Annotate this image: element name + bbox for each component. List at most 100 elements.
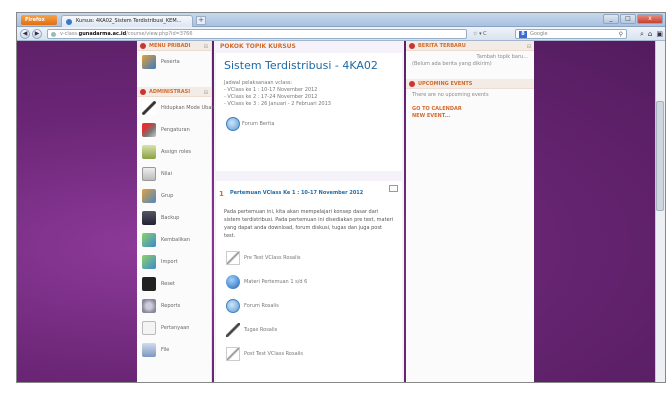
course-content: POKOK TOPIK KURSUS Sistem Terdistribusi … bbox=[214, 41, 404, 382]
toolbar-icons: ⌕ ⌂ ▣ bbox=[640, 29, 663, 39]
new-event-link[interactable]: NEW EVENT... bbox=[406, 113, 534, 120]
forum-icon bbox=[226, 299, 240, 313]
menu-pribadi-title: MENU PRIBADI bbox=[149, 43, 191, 49]
sidebar-item-groups[interactable]: Grup bbox=[137, 185, 211, 207]
reports-icon bbox=[142, 299, 156, 313]
sidebar-item-restore[interactable]: Kembalikan bbox=[137, 229, 211, 251]
section-description: Pada pertemuan ini, kita akan mempelajar… bbox=[224, 209, 394, 239]
quiz-icon bbox=[226, 251, 240, 265]
administrasi-title: ADMINISTRASI bbox=[149, 89, 191, 95]
sidebar-item-label: Pertanyaan bbox=[161, 325, 190, 331]
assignment-icon bbox=[226, 323, 240, 337]
menu-icon[interactable]: ▣ bbox=[656, 29, 663, 39]
sidebar-item-reports[interactable]: Reports bbox=[137, 295, 211, 317]
activity-pre-test[interactable]: Pre Test VClass Rosalis bbox=[224, 246, 394, 270]
sidebar-item-assign-roles[interactable]: Assign roles bbox=[137, 141, 211, 163]
group-icon bbox=[142, 189, 156, 203]
sidebar-item-questions[interactable]: Pertanyaan bbox=[137, 317, 211, 339]
navigation-bar: ◀ ▶ v-class.gunadarma.ac.id/course/view.… bbox=[17, 27, 665, 41]
sidebar-item-label: File bbox=[161, 347, 170, 353]
sidebar-item-label: Reports bbox=[161, 303, 181, 309]
activity-assignment[interactable]: Tugas Rosalis bbox=[224, 318, 394, 342]
url-path: /course/view.php?id=3766 bbox=[126, 31, 193, 37]
backup-icon bbox=[142, 211, 156, 225]
topic-outline-header: POKOK TOPIK KURSUS bbox=[214, 41, 404, 53]
search-placeholder: Google bbox=[530, 31, 548, 37]
course-summary: Sistem Terdistribusi - 4KA02 Jadwal pela… bbox=[216, 53, 402, 171]
topic-section-1: 1 Pertemuan VClass Ke 1 : 10-17 November… bbox=[216, 181, 402, 382]
no-news-text: (Belum ada berita yang dikirim) bbox=[412, 61, 492, 67]
latest-news-title: BERITA TERBARU bbox=[418, 43, 466, 49]
url-prefix: v-class. bbox=[60, 31, 79, 37]
new-tab-button[interactable]: + bbox=[196, 16, 206, 25]
sidebar-item-backup[interactable]: Backup bbox=[137, 207, 211, 229]
sidebar-item-files[interactable]: File bbox=[137, 339, 211, 361]
sidebar-item-edit-mode[interactable]: Hidupkan Mode Ubah bbox=[137, 97, 215, 119]
scrollbar-thumb[interactable] bbox=[656, 101, 664, 211]
activity-materials[interactable]: Materi Pertemuan 1 s/d 6 bbox=[224, 270, 394, 294]
maximize-button[interactable]: □ bbox=[620, 14, 636, 24]
activity-label: Pre Test VClass Rosalis bbox=[244, 255, 301, 261]
sidebar-item-peserta[interactable]: Peserta bbox=[137, 51, 211, 73]
sidebar-item-label: Grup bbox=[161, 193, 174, 199]
restore-icon bbox=[142, 233, 156, 247]
administrasi-header: ADMINISTRASI ⊟ bbox=[137, 87, 211, 97]
forward-button[interactable]: ▶ bbox=[32, 29, 42, 39]
back-button[interactable]: ◀ bbox=[20, 29, 30, 39]
minimize-button[interactable]: _ bbox=[603, 14, 619, 24]
activity-label: Tugas Rosalis bbox=[244, 327, 278, 333]
roles-icon bbox=[142, 145, 156, 159]
reset-icon bbox=[142, 277, 156, 291]
tools-icon bbox=[142, 123, 156, 137]
goto-calendar-link[interactable]: GO TO CALENDAR bbox=[406, 106, 534, 113]
activity-label: Materi Pertemuan 1 s/d 6 bbox=[244, 279, 308, 285]
sidebar-item-label: Kembalikan bbox=[161, 237, 191, 243]
news-forum-link[interactable]: Forum Berita bbox=[224, 116, 394, 132]
sidebar-item-label: Nilai bbox=[161, 171, 172, 177]
sidebar-item-reset[interactable]: Reset bbox=[137, 273, 211, 295]
url-action-icons[interactable]: ☆ ▾ C bbox=[473, 29, 487, 39]
activity-post-test[interactable]: Post Test VClass Rosalis bbox=[224, 342, 394, 366]
upcoming-events-header: UPCOMING EVENTS bbox=[406, 79, 534, 89]
sidebar-item-label: Peserta bbox=[161, 59, 180, 65]
forum-label: Forum Berita bbox=[242, 121, 275, 127]
firefox-menu-button[interactable]: Firefox bbox=[21, 15, 57, 25]
url-domain: gunadarma.ac.id bbox=[78, 31, 127, 37]
highlight-checkbox[interactable] bbox=[389, 185, 398, 192]
sidebar-item-settings[interactable]: Pengaturan bbox=[137, 119, 211, 141]
schedule-item: - VClass ke 2 : 17-24 November 2012 bbox=[224, 94, 318, 100]
sidebar-item-label: Backup bbox=[161, 215, 180, 221]
schedule-heading: Jadwal pelaksanaan vclass: bbox=[224, 80, 293, 86]
globe-icon bbox=[226, 275, 240, 289]
search-input[interactable]: 8 Google ⚲ bbox=[515, 29, 627, 39]
title-bar: Firefox Kursus: 4KA02_Sistem Terdistribu… bbox=[17, 13, 665, 27]
latest-news-header: BERITA TERBARU ⊟ bbox=[406, 41, 534, 51]
screenshot-frame: Firefox Kursus: 4KA02_Sistem Terdistribu… bbox=[16, 12, 666, 383]
activity-forum[interactable]: Forum Rosalis bbox=[224, 294, 394, 318]
upcoming-events-title: UPCOMING EVENTS bbox=[418, 81, 473, 87]
activity-label: Post Test VClass Rosalis bbox=[244, 351, 304, 357]
block-bullet-icon bbox=[409, 81, 415, 87]
pencil-icon bbox=[142, 101, 156, 115]
sidebar-item-label: Hidupkan Mode Ubah bbox=[161, 105, 215, 111]
sidebar-item-import[interactable]: Import bbox=[137, 251, 211, 273]
sidebar-item-grades[interactable]: Nilai bbox=[137, 163, 211, 185]
schedule-item: - VClass ke 3 : 26 Januari - 2 Februari … bbox=[224, 101, 331, 107]
home-icon[interactable]: ⌂ bbox=[648, 29, 652, 39]
forum-icon bbox=[226, 117, 240, 131]
browser-tab[interactable]: Kursus: 4KA02_Sistem Terdistribusi_KEM..… bbox=[61, 15, 193, 27]
quiz-icon bbox=[226, 347, 240, 361]
collapse-icon[interactable]: ⊟ bbox=[527, 42, 531, 52]
close-button[interactable]: x bbox=[637, 14, 663, 24]
import-icon bbox=[142, 255, 156, 269]
people-icon bbox=[142, 55, 156, 69]
grades-icon bbox=[142, 167, 156, 181]
search-icon[interactable]: ⚲ bbox=[619, 31, 623, 39]
url-bar[interactable]: v-class.gunadarma.ac.id/course/view.php?… bbox=[47, 29, 467, 39]
favicon-icon bbox=[66, 19, 72, 25]
zoom-icon[interactable]: ⌕ bbox=[640, 29, 644, 39]
add-topic-link[interactable]: Tambah topik baru... bbox=[406, 51, 534, 61]
section-number: 1 bbox=[219, 190, 224, 198]
page-scrollbar[interactable] bbox=[655, 41, 665, 382]
search-engine-icon[interactable]: 8 bbox=[519, 31, 527, 38]
